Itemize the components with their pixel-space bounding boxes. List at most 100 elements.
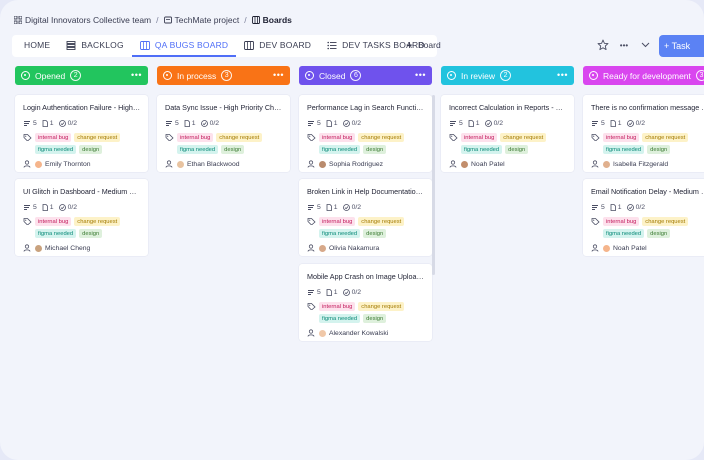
- tag-internal-bug[interactable]: internal bug: [603, 133, 640, 142]
- column-menu-icon[interactable]: •••: [131, 70, 142, 80]
- checklist-value: 0/2: [635, 204, 646, 211]
- tag-figma-needed[interactable]: figma needed: [35, 229, 77, 238]
- app-frame: Digital Innovators Collective team / Tec…: [0, 0, 704, 460]
- task-assignee[interactable]: Michael Cheng: [23, 244, 141, 252]
- tag-figma-needed[interactable]: figma needed: [35, 145, 77, 154]
- task-tags: internal bug change request figma needed de…: [591, 217, 704, 241]
- files-value: 1: [191, 120, 196, 127]
- task-card[interactable]: Performance Lag in Search Function - Med…: [299, 95, 432, 172]
- tag-change-request[interactable]: change request: [642, 217, 689, 226]
- tag-internal-bug[interactable]: internal bug: [35, 217, 72, 226]
- tag-change-request[interactable]: change request: [642, 133, 689, 142]
- tag-design[interactable]: design: [505, 145, 529, 154]
- person-icon: [307, 160, 315, 168]
- tag-figma-needed[interactable]: figma needed: [603, 145, 645, 154]
- checklist-value: 0/2: [351, 120, 362, 127]
- task-card[interactable]: There is no confirmation message after s…: [583, 95, 704, 172]
- column-header-ready-for-development[interactable]: Ready for development3•••: [583, 66, 704, 85]
- file-icon: [326, 204, 332, 211]
- task-assignee[interactable]: Isabella Fitzgerald: [591, 160, 704, 168]
- assignee-name: Emily Thornton: [45, 160, 91, 168]
- tag-icon: [307, 218, 316, 225]
- tag-change-request[interactable]: change request: [358, 302, 405, 311]
- tag-figma-needed[interactable]: figma needed: [461, 145, 503, 154]
- checklist-progress: 0/2: [626, 120, 645, 127]
- status-circle-icon: [21, 71, 30, 80]
- task-tags: internal bug change request figma needed de…: [449, 133, 567, 157]
- task-assignee[interactable]: Alexander Kowalski: [307, 329, 425, 337]
- tag-figma-needed[interactable]: figma needed: [319, 229, 361, 238]
- task-card[interactable]: Broken Link in Help Documentation - Low 5…: [299, 179, 432, 256]
- task-card[interactable]: Login Authentication Failure - High Prio…: [15, 95, 148, 172]
- assignee-name: Noah Patel: [613, 244, 647, 252]
- tag-icon: [591, 218, 600, 225]
- task-assignee[interactable]: Noah Patel: [449, 160, 567, 168]
- assignee-name: Noah Patel: [471, 160, 505, 168]
- tag-change-request[interactable]: change request: [216, 133, 263, 142]
- tag-internal-bug[interactable]: internal bug: [319, 302, 356, 311]
- tag-design[interactable]: design: [221, 145, 245, 154]
- tag-internal-bug[interactable]: internal bug: [461, 133, 498, 142]
- tag-internal-bug[interactable]: internal bug: [603, 217, 640, 226]
- column-count-badge: 6: [350, 70, 362, 81]
- check-circle-icon: [484, 120, 492, 127]
- task-card[interactable]: Email Notification Delay - Medium Priori…: [583, 179, 704, 256]
- task-assignee[interactable]: Noah Patel: [591, 244, 704, 252]
- column-header-closed[interactable]: Closed 6 •••: [299, 66, 432, 85]
- tag-change-request[interactable]: change request: [500, 133, 547, 142]
- column-header-in-process[interactable]: In process 3 •••: [157, 66, 290, 85]
- tag-design[interactable]: design: [647, 145, 671, 154]
- checklist-value: 0/2: [351, 204, 362, 211]
- column-menu-icon[interactable]: •••: [557, 70, 568, 80]
- tag-internal-bug[interactable]: internal bug: [177, 133, 214, 142]
- checklist-value: 0/2: [67, 204, 78, 211]
- checklist-value: 0/2: [351, 289, 362, 296]
- tag-design[interactable]: design: [79, 145, 103, 154]
- column-menu-icon[interactable]: •••: [273, 70, 284, 80]
- task-assignee[interactable]: Olivia Nakamura: [307, 244, 425, 252]
- tag-design[interactable]: design: [363, 314, 387, 323]
- task-card[interactable]: Data Sync Issue - High Priority Change R…: [157, 95, 290, 172]
- assignee-name: Michael Cheng: [45, 244, 91, 252]
- task-title: There is no confirmation message after s…: [591, 103, 704, 112]
- column-header-in-review[interactable]: In review 2 •••: [441, 66, 574, 85]
- assignee-name: Alexander Kowalski: [329, 329, 389, 337]
- column-header-opened[interactable]: Opened 2 •••: [15, 66, 148, 85]
- task-assignee[interactable]: Emily Thornton: [23, 160, 141, 168]
- tag-design[interactable]: design: [363, 145, 387, 154]
- tag-list: internal bug change request figma needed de…: [319, 217, 419, 241]
- subtasks-value: 5: [175, 120, 179, 127]
- task-title: Email Notification Delay - Medium Priori…: [591, 187, 704, 196]
- task-title: Performance Lag in Search Function - Med…: [307, 103, 425, 112]
- column-scrollbar[interactable]: [432, 95, 435, 275]
- tag-figma-needed[interactable]: figma needed: [319, 145, 361, 154]
- task-card[interactable]: UI Glitch in Dashboard - Medium Priority…: [15, 179, 148, 256]
- tag-change-request[interactable]: change request: [74, 133, 121, 142]
- tag-internal-bug[interactable]: internal bug: [319, 133, 356, 142]
- task-assignee[interactable]: Sophia Rodriguez: [307, 160, 425, 168]
- task-card[interactable]: Incorrect Calculation in Reports - High …: [441, 95, 574, 172]
- tag-figma-needed[interactable]: figma needed: [177, 145, 219, 154]
- task-meta: 5 1 0/2: [307, 203, 425, 212]
- subtasks-count: 5: [449, 120, 463, 127]
- tag-design[interactable]: design: [647, 229, 671, 238]
- tag-figma-needed[interactable]: figma needed: [319, 314, 361, 323]
- tag-figma-needed[interactable]: figma needed: [603, 229, 645, 238]
- column-title: In process: [177, 70, 217, 81]
- task-card[interactable]: Mobile App Crash on Image Upload - High 5…: [299, 264, 432, 341]
- status-circle-icon: [447, 71, 456, 80]
- tag-internal-bug[interactable]: internal bug: [35, 133, 72, 142]
- tag-design[interactable]: design: [363, 229, 387, 238]
- tag-change-request[interactable]: change request: [358, 133, 405, 142]
- column-menu-icon[interactable]: •••: [415, 70, 426, 80]
- tag-change-request[interactable]: change request: [358, 217, 405, 226]
- tag-internal-bug[interactable]: internal bug: [319, 217, 356, 226]
- assignee-name: Isabella Fitzgerald: [613, 160, 669, 168]
- task-assignee[interactable]: Ethan Blackwood: [165, 160, 283, 168]
- tag-change-request[interactable]: change request: [74, 217, 121, 226]
- subtasks-value: 5: [601, 120, 605, 127]
- person-icon: [449, 160, 457, 168]
- files-count: 1: [42, 120, 54, 127]
- tag-design[interactable]: design: [79, 229, 103, 238]
- task-tags: internal bug change request figma needed de…: [165, 133, 283, 157]
